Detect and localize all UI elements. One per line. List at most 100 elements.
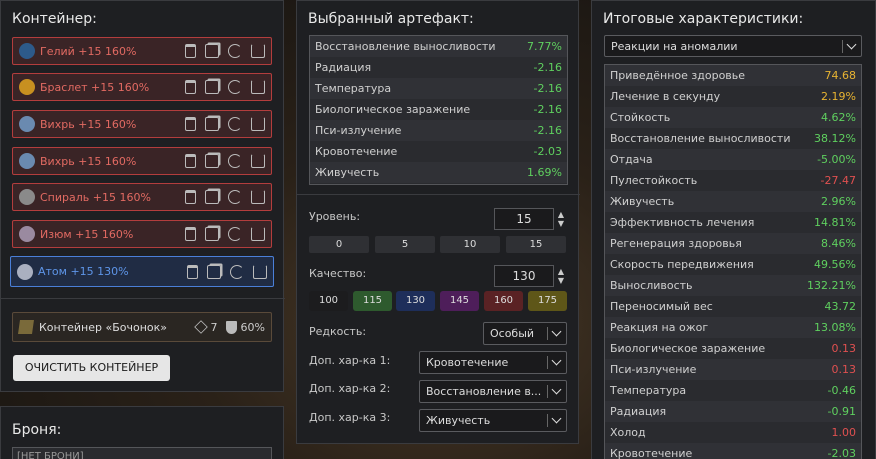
quality-preset-button[interactable]: 160 — [484, 291, 523, 311]
level-preset-button[interactable]: 0 — [309, 236, 369, 253]
download-icon[interactable] — [251, 44, 265, 58]
totals-filter-select[interactable]: Реакции на аномалии — [604, 35, 862, 57]
download-icon[interactable] — [251, 154, 265, 168]
level-input[interactable]: 15 — [494, 208, 554, 230]
stat-row: Температура -0.46 — [605, 380, 861, 401]
divider — [1, 298, 285, 299]
copy-icon[interactable] — [207, 264, 221, 279]
trash-icon[interactable] — [185, 227, 196, 241]
trash-icon[interactable] — [185, 154, 196, 168]
stat-value: 0.13 — [831, 363, 857, 376]
artifact-panel: Выбранный артефакт: Восстановление вынос… — [296, 0, 580, 444]
container-title: Контейнер: — [12, 11, 97, 27]
stat-row: Пулестойкость -27.47 — [605, 170, 861, 191]
trash-icon[interactable] — [185, 117, 196, 131]
refresh-icon[interactable] — [228, 227, 242, 241]
stat-row: Восстановление выносливости 7.77% — [310, 36, 567, 57]
copy-icon[interactable] — [205, 190, 219, 204]
level-label: Уровень: — [309, 210, 361, 223]
quality-stepper[interactable]: ▲ ▼ — [556, 267, 566, 285]
stat-value: -2.03 — [827, 447, 856, 459]
rarity-select[interactable]: Особый — [483, 322, 567, 345]
stat-label: Биологическое заражение — [315, 103, 471, 116]
stat-value: -0.91 — [827, 405, 856, 418]
container-slot[interactable]: Вихрь +15 160% — [12, 110, 272, 138]
protection-value: 60% — [240, 320, 265, 334]
stat-value: 1.00 — [831, 426, 857, 439]
trash-icon[interactable] — [185, 44, 196, 58]
shield-icon — [225, 320, 237, 334]
container-slot[interactable]: Атом +15 130% — [10, 256, 274, 287]
barrel-container-row[interactable]: Контейнер «Бочонок» 7 60% — [12, 312, 272, 342]
quality-preset-button[interactable]: 100 — [309, 291, 348, 311]
stat-label: Скорость передвижения — [610, 258, 754, 271]
refresh-icon[interactable] — [228, 80, 242, 94]
stat-row: Стойкость 4.62% — [605, 107, 861, 128]
stat-label: Кровотечение — [610, 447, 693, 459]
quality-preset-button[interactable]: 175 — [528, 291, 567, 311]
stat-label: Биологическое заражение — [610, 342, 766, 355]
chevron-down-icon — [551, 355, 562, 366]
armor-field[interactable]: [НЕТ БРОНИ] — [12, 447, 272, 459]
stat-value: -5.00% — [817, 153, 856, 166]
quality-preset-button[interactable]: 130 — [396, 291, 435, 311]
trash-icon[interactable] — [185, 190, 196, 204]
copy-icon[interactable] — [205, 80, 219, 94]
stat-value: 13.08% — [814, 321, 856, 334]
quality-input[interactable]: 130 — [494, 265, 554, 287]
chevron-down-icon — [551, 384, 562, 395]
raisin-icon — [19, 226, 35, 242]
armor-value: [НЕТ БРОНИ] — [17, 451, 84, 459]
trash-icon[interactable] — [185, 80, 196, 94]
stat-value: -0.46 — [827, 384, 856, 397]
rarity-label: Редкость: — [309, 325, 367, 338]
level-stepper[interactable]: ▲ ▼ — [556, 210, 566, 228]
refresh-icon[interactable] — [228, 154, 242, 168]
download-icon[interactable] — [251, 227, 265, 241]
refresh-icon[interactable] — [230, 264, 244, 279]
copy-icon[interactable] — [205, 227, 219, 241]
stat-label: Отдача — [610, 153, 653, 166]
trash-icon[interactable] — [187, 264, 198, 279]
level-preset-button[interactable]: 15 — [506, 236, 566, 253]
stat-row: Пси-излучение 0.13 — [605, 359, 861, 380]
select-separator — [547, 385, 548, 398]
refresh-icon[interactable] — [228, 44, 242, 58]
container-slot[interactable]: Гелий +15 160% — [12, 37, 272, 65]
download-icon[interactable] — [253, 264, 267, 279]
container-slot[interactable]: Вихрь +15 160% — [12, 147, 272, 175]
copy-icon[interactable] — [205, 154, 219, 168]
download-icon[interactable] — [251, 80, 265, 94]
quality-preset-button[interactable]: 115 — [353, 291, 392, 311]
copy-icon[interactable] — [205, 117, 219, 131]
container-slot[interactable]: Спираль +15 160% — [12, 183, 272, 211]
container-slot[interactable]: Изюм +15 160% — [12, 220, 272, 248]
extra3-select[interactable]: Живучесть — [419, 409, 567, 432]
download-icon[interactable] — [251, 117, 265, 131]
stat-label: Выносливость — [610, 279, 693, 292]
barrel-name: Контейнер «Бочонок» — [39, 320, 168, 334]
refresh-icon[interactable] — [228, 117, 242, 131]
level-preset-button[interactable]: 5 — [375, 236, 435, 253]
stat-label: Холод — [610, 426, 646, 439]
stat-value: 7.77% — [527, 40, 562, 53]
refresh-icon[interactable] — [228, 190, 242, 204]
quality-preset-button[interactable]: 145 — [440, 291, 479, 311]
extra1-select[interactable]: Кровотечение — [419, 351, 567, 374]
bracelet-icon — [19, 79, 35, 95]
container-slot[interactable]: Браслет +15 160% — [12, 73, 272, 101]
clear-container-button[interactable]: ОЧИСТИТЬ КОНТЕЙНЕР — [13, 355, 170, 381]
extra2-select[interactable]: Восстановление в... — [419, 380, 567, 403]
stat-row: Регенерация здоровья 8.46% — [605, 233, 861, 254]
copy-icon[interactable] — [205, 44, 219, 58]
level-preset-button[interactable]: 10 — [440, 236, 500, 253]
stat-value: 4.62% — [821, 111, 856, 124]
stat-value: -27.47 — [820, 174, 856, 187]
stat-value: 49.56% — [814, 258, 856, 271]
download-icon[interactable] — [251, 190, 265, 204]
select-separator — [547, 356, 548, 369]
stat-label: Живучесть — [610, 195, 675, 208]
atom-icon — [17, 263, 33, 280]
helium-icon — [19, 43, 35, 59]
stat-value: -2.16 — [533, 82, 562, 95]
